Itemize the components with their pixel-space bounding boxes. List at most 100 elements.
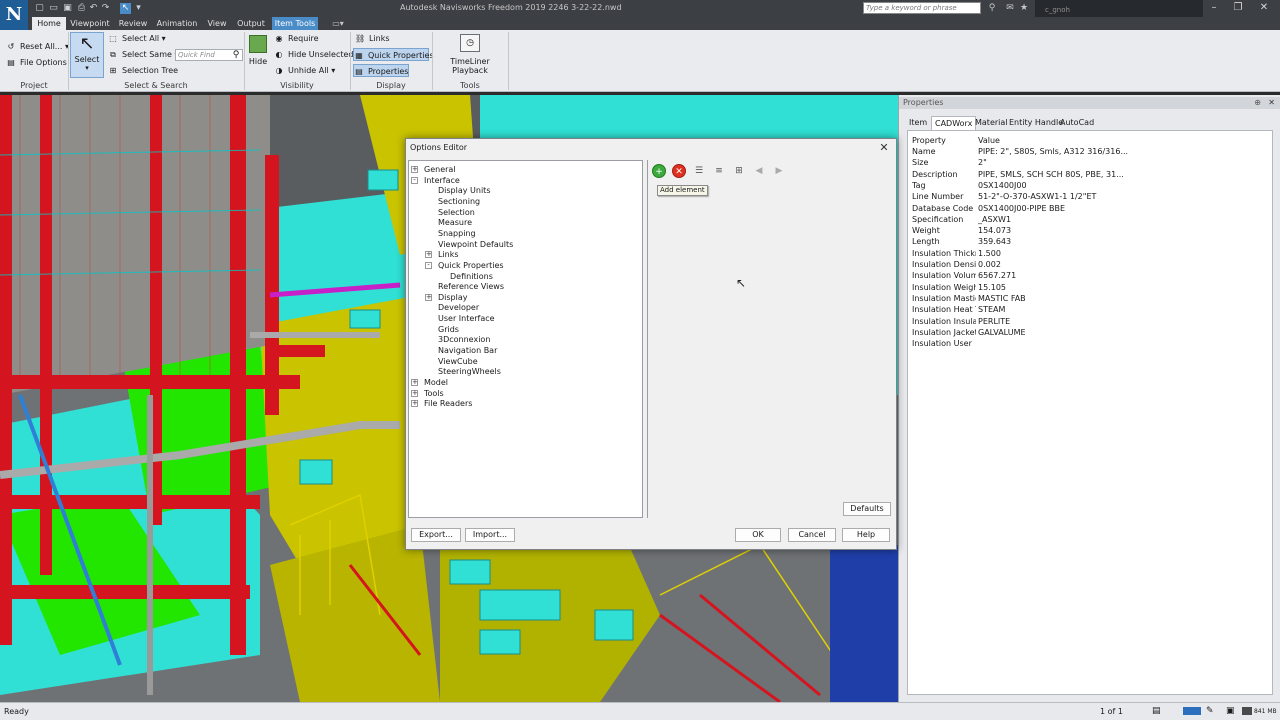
- tree-item[interactable]: Tools: [424, 388, 444, 399]
- binoculars-icon[interactable]: ⚲: [986, 2, 998, 14]
- tree-item[interactable]: Grids: [438, 324, 459, 335]
- expand-icon[interactable]: +: [411, 389, 418, 397]
- tab-material[interactable]: Material: [975, 116, 1008, 130]
- expand-icon[interactable]: +: [425, 251, 432, 259]
- tab-view[interactable]: View: [204, 17, 230, 30]
- minimize-icon[interactable]: –: [1202, 1, 1226, 15]
- cancel-button[interactable]: Cancel: [788, 528, 836, 542]
- rows-icon[interactable]: ≡: [712, 164, 726, 178]
- export-button[interactable]: Export...: [411, 528, 461, 542]
- tree-item[interactable]: File Readers: [424, 398, 472, 409]
- expand-icon[interactable]: +: [411, 166, 418, 173]
- help-search-input[interactable]: Type a keyword or phrase: [863, 2, 981, 14]
- ribbon-tabs: Home Viewpoint Review Animation View Out…: [28, 17, 1280, 30]
- save-icon[interactable]: ▣: [62, 3, 73, 14]
- timeliner-playback-button[interactable]: ◷ TimeLiner Playback: [436, 32, 504, 78]
- tree-item[interactable]: Display: [438, 292, 468, 303]
- maximize-icon[interactable]: ❐: [1226, 1, 1250, 15]
- tree-item[interactable]: General: [424, 164, 456, 175]
- tree-item[interactable]: Navigation Bar: [438, 345, 497, 356]
- tree-item[interactable]: Selection: [438, 207, 475, 218]
- tree-item[interactable]: Viewpoint Defaults: [438, 239, 513, 250]
- sheet-icon[interactable]: ▤: [1152, 706, 1161, 716]
- group-icon[interactable]: ⊞: [732, 164, 746, 178]
- tree-item[interactable]: Sectioning: [438, 196, 480, 207]
- close-window-icon[interactable]: ✕: [1252, 1, 1276, 15]
- tab-item[interactable]: Item: [909, 116, 927, 130]
- tree-item[interactable]: Developer: [438, 302, 479, 313]
- dropdown-icon[interactable]: ▾: [133, 3, 144, 14]
- tree-item[interactable]: Display Units: [438, 185, 490, 196]
- select-all-button[interactable]: ⬚ Select All ▾: [108, 32, 165, 45]
- favorite-star-icon[interactable]: ★: [1018, 2, 1030, 14]
- collapse-icon[interactable]: -: [411, 176, 418, 184]
- tab-output[interactable]: Output: [234, 17, 268, 30]
- file-options-button[interactable]: ▤ File Options: [6, 56, 67, 69]
- tab-autocad[interactable]: AutoCad: [1060, 116, 1094, 130]
- progress-bar-icon: [1183, 707, 1201, 715]
- property-name: Specification: [912, 214, 964, 224]
- tab-review[interactable]: Review: [116, 17, 150, 30]
- select-cursor-icon[interactable]: ↖: [120, 3, 131, 14]
- list-icon[interactable]: ☰: [692, 164, 706, 178]
- unhide-all-button[interactable]: ◑ Unhide All ▾: [274, 64, 336, 77]
- tab-home[interactable]: Home: [32, 17, 66, 30]
- tab-animation[interactable]: Animation: [154, 17, 200, 30]
- close-panel-icon[interactable]: ✕: [1268, 97, 1275, 109]
- pin-icon[interactable]: ⊕: [1254, 97, 1261, 109]
- quick-properties-button[interactable]: ▦ Quick Properties: [353, 48, 434, 61]
- add-element-icon[interactable]: +: [652, 164, 666, 178]
- subscription-icon[interactable]: ✉: [1004, 2, 1016, 14]
- print-icon[interactable]: ⎙: [76, 3, 87, 14]
- properties-panel: Properties ⊕ ✕ Item CADWorx Material Ent…: [898, 95, 1280, 702]
- tree-item[interactable]: Measure: [438, 217, 472, 228]
- close-icon[interactable]: ✕: [877, 141, 891, 155]
- tab-viewpoint[interactable]: Viewpoint: [68, 17, 112, 30]
- tree-item[interactable]: Links: [438, 249, 459, 260]
- defaults-button[interactable]: Defaults: [843, 502, 891, 516]
- ok-button[interactable]: OK: [735, 528, 781, 542]
- workspace-icon[interactable]: ▭▾: [328, 17, 348, 30]
- import-button[interactable]: Import...: [465, 528, 515, 542]
- selection-tree-button[interactable]: ⊞ Selection Tree: [108, 64, 178, 77]
- expand-icon[interactable]: +: [425, 293, 432, 301]
- tree-item[interactable]: Definitions: [450, 271, 493, 282]
- properties-button[interactable]: ▤ Properties: [353, 64, 409, 77]
- tree-item[interactable]: Model: [424, 377, 448, 388]
- status-bar: Ready 1 of 1 ▤ ✎ ▣ 841 MB: [0, 702, 1280, 720]
- links-button[interactable]: ⛓ Links: [355, 32, 390, 45]
- app-logo[interactable]: N: [0, 0, 28, 30]
- select-button[interactable]: ↖ Select ▾: [70, 32, 104, 78]
- search-icon[interactable]: ⚲: [230, 49, 242, 61]
- hide-button[interactable]: Hide: [247, 32, 269, 78]
- tab-item-tools[interactable]: Item Tools: [272, 17, 318, 30]
- help-button[interactable]: Help: [842, 528, 890, 542]
- tree-item[interactable]: 3Dconnexion: [438, 334, 490, 345]
- expand-icon[interactable]: +: [411, 379, 418, 386]
- tree-item[interactable]: ViewCube: [438, 356, 478, 367]
- tab-cadworx[interactable]: CADWorx: [931, 116, 977, 130]
- tree-item[interactable]: Interface: [424, 175, 460, 186]
- tree-item[interactable]: Snapping: [438, 228, 476, 239]
- reset-all-button[interactable]: ↺ Reset All... ▾: [6, 40, 69, 53]
- expand-icon[interactable]: +: [411, 400, 418, 408]
- hide-unselected-icon: ◐: [275, 50, 283, 59]
- arrow-right-icon[interactable]: ▶: [772, 164, 786, 178]
- open-icon[interactable]: ▭: [48, 3, 59, 14]
- require-button[interactable]: ◉ Require: [274, 32, 319, 45]
- panel-title-tools: Tools: [460, 81, 480, 90]
- arrow-left-icon[interactable]: ◀: [752, 164, 766, 178]
- hide-unselected-button[interactable]: ◐ Hide Unselected: [274, 48, 354, 61]
- select-same-button[interactable]: ⧉Select Same ▾: [108, 48, 178, 61]
- collapse-icon[interactable]: -: [425, 261, 432, 269]
- remove-element-icon[interactable]: ✕: [672, 164, 686, 178]
- tree-item[interactable]: SteeringWheels: [438, 366, 501, 377]
- tree-item[interactable]: User Interface: [438, 313, 495, 324]
- tree-item[interactable]: Reference Views: [438, 281, 504, 292]
- tab-entity-handle[interactable]: Entity Handle: [1009, 116, 1063, 130]
- new-icon[interactable]: ▢: [34, 3, 45, 14]
- property-value: STEAM: [978, 305, 1006, 315]
- undo-icon[interactable]: ↶: [88, 3, 99, 14]
- redo-icon[interactable]: ↷: [100, 3, 111, 14]
- tree-item[interactable]: Quick Properties: [438, 260, 504, 271]
